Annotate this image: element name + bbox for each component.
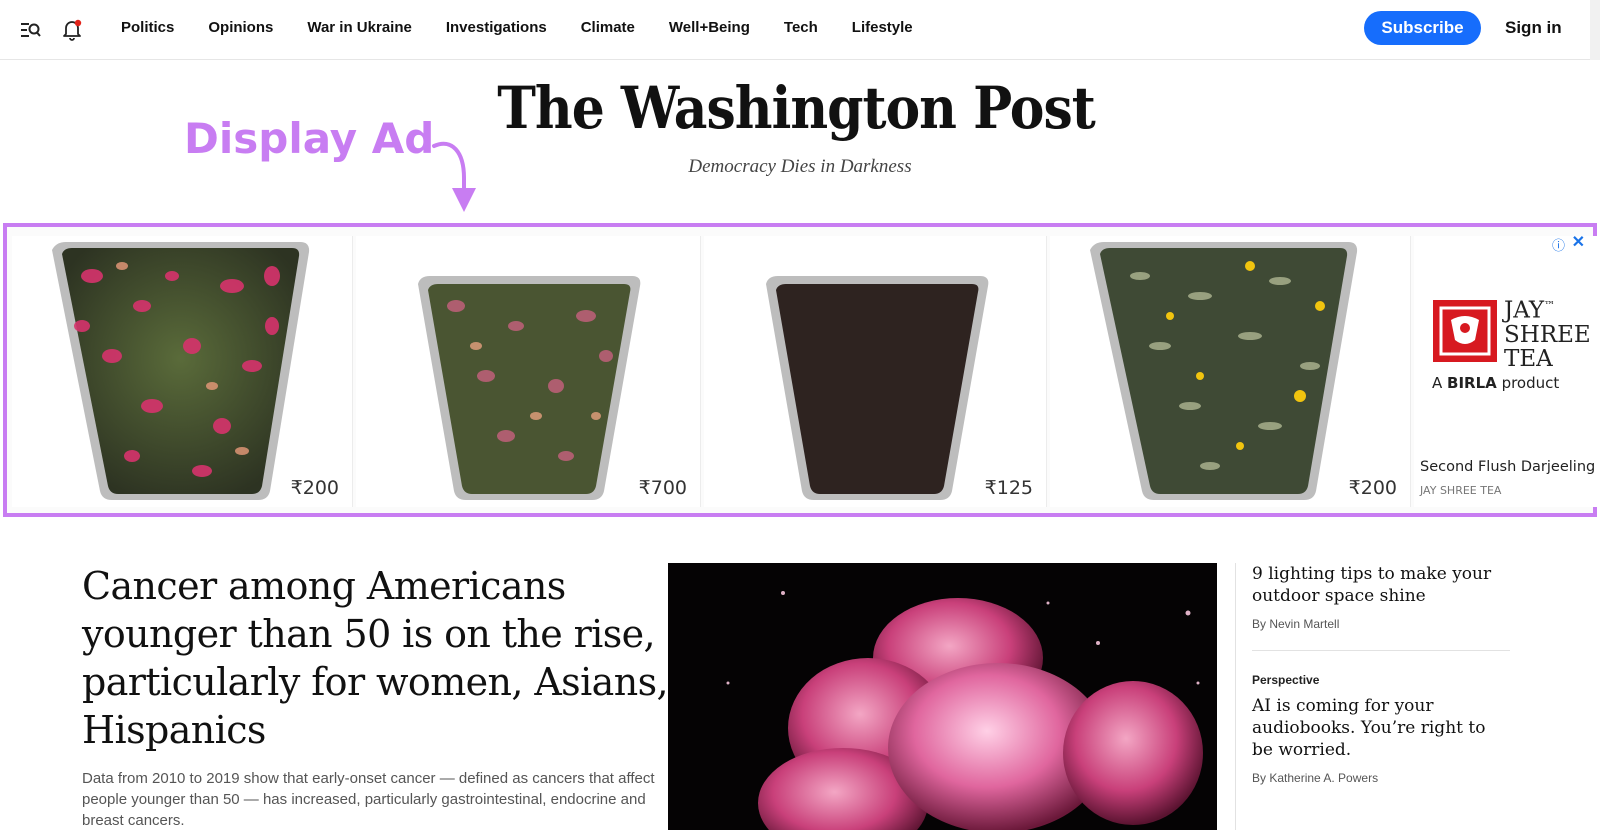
ad-advertiser-name: JAY SHREE TEA (1420, 484, 1502, 497)
brand-tagline-suffix: product (1501, 374, 1560, 392)
tea-cup-rose-green-image (52, 242, 310, 500)
nav-link-climate[interactable]: Climate (564, 19, 652, 36)
brand-name-line2: SHREE (1504, 321, 1591, 348)
ad-price: ₹700 (638, 477, 687, 499)
tea-cup-rose-image (418, 276, 641, 500)
nav-link-lifestyle[interactable]: Lifestyle (835, 19, 930, 36)
rail-story[interactable]: Perspective AI is coming for your audiob… (1252, 673, 1510, 785)
ad-info-icon[interactable]: ⓘ (1552, 235, 1565, 254)
tea-cup-darjeeling-image (1090, 242, 1358, 500)
rail-story-byline: By Nevin Martell (1252, 617, 1340, 631)
trademark-symbol: ™ (1544, 299, 1556, 312)
brand-name: JAY™ SHREE TEA (1504, 294, 1591, 371)
display-ad-annotation: Display Ad (184, 114, 435, 163)
brand-name-line1: JAY (1504, 297, 1545, 324)
brand-tagline: A BIRLA product (1432, 374, 1559, 392)
notification-bell-icon[interactable] (59, 17, 85, 43)
scrollbar[interactable] (1590, 0, 1600, 60)
ad-product-tile[interactable]: ₹700 (356, 236, 701, 507)
brand-tagline-prefix: A (1432, 374, 1443, 392)
rail-story[interactable]: 9 lighting tips to make your outdoor spa… (1252, 563, 1510, 631)
ad-product-name[interactable]: Second Flush Darjeeling (1420, 459, 1595, 475)
annotation-arrow-icon (432, 141, 476, 212)
section-nav: Politics Opinions War in Ukraine Investi… (104, 0, 930, 54)
main-story-summary: Data from 2010 to 2019 show that early-o… (82, 770, 655, 829)
ad-price: ₹200 (1348, 477, 1397, 499)
tea-cup-black-powder-image (766, 276, 989, 500)
top-nav: Politics Opinions War in Ukraine Investi… (0, 0, 1600, 60)
rail-divider (1235, 563, 1236, 830)
nav-link-well-being[interactable]: Well+Being (652, 19, 767, 36)
rail-story-byline: By Katherine A. Powers (1252, 771, 1379, 785)
ad-product-tile[interactable]: ₹200 (12, 236, 353, 507)
masthead-logo-text: The Washington Post (497, 74, 1096, 143)
main-headline[interactable]: Cancer among Americans younger than 50 i… (82, 562, 682, 754)
search-menu-icon[interactable] (17, 17, 43, 43)
sign-in-button[interactable]: Sign in (1505, 11, 1562, 45)
ad-brand-panel[interactable]: JAY™ SHREE TEA A BIRLA product Second Fl… (1414, 236, 1597, 507)
subscribe-button[interactable]: Subscribe (1364, 11, 1481, 45)
display-ad[interactable]: ₹200 ₹700 ₹125 ₹200 JAY™ SHREE TEA A BIR… (3, 223, 1597, 517)
nav-link-politics[interactable]: Politics (104, 19, 191, 36)
brand-name-line3: TEA (1504, 345, 1553, 372)
jay-shree-tea-logo (1433, 300, 1497, 362)
ad-price: ₹125 (984, 477, 1033, 499)
ad-product-tile[interactable]: ₹125 (704, 236, 1047, 507)
rail-story-title[interactable]: 9 lighting tips to make your outdoor spa… (1252, 563, 1510, 607)
rail-story-title[interactable]: AI is coming for your audiobooks. You’re… (1252, 695, 1510, 761)
nav-link-tech[interactable]: Tech (767, 19, 835, 36)
ad-product-tile[interactable]: ₹200 (1050, 236, 1411, 507)
nav-link-opinions[interactable]: Opinions (191, 19, 290, 36)
cancer-cells-image[interactable] (668, 563, 1217, 830)
nav-link-investigations[interactable]: Investigations (429, 19, 564, 36)
ad-close-icon[interactable]: ✕ (1572, 232, 1585, 252)
brand-tagline-bold: BIRLA (1447, 374, 1497, 392)
nav-link-war-in-ukraine[interactable]: War in Ukraine (290, 19, 428, 36)
rail-separator (1252, 650, 1510, 651)
rail-story-kicker: Perspective (1252, 673, 1320, 687)
ad-price: ₹200 (290, 477, 339, 499)
